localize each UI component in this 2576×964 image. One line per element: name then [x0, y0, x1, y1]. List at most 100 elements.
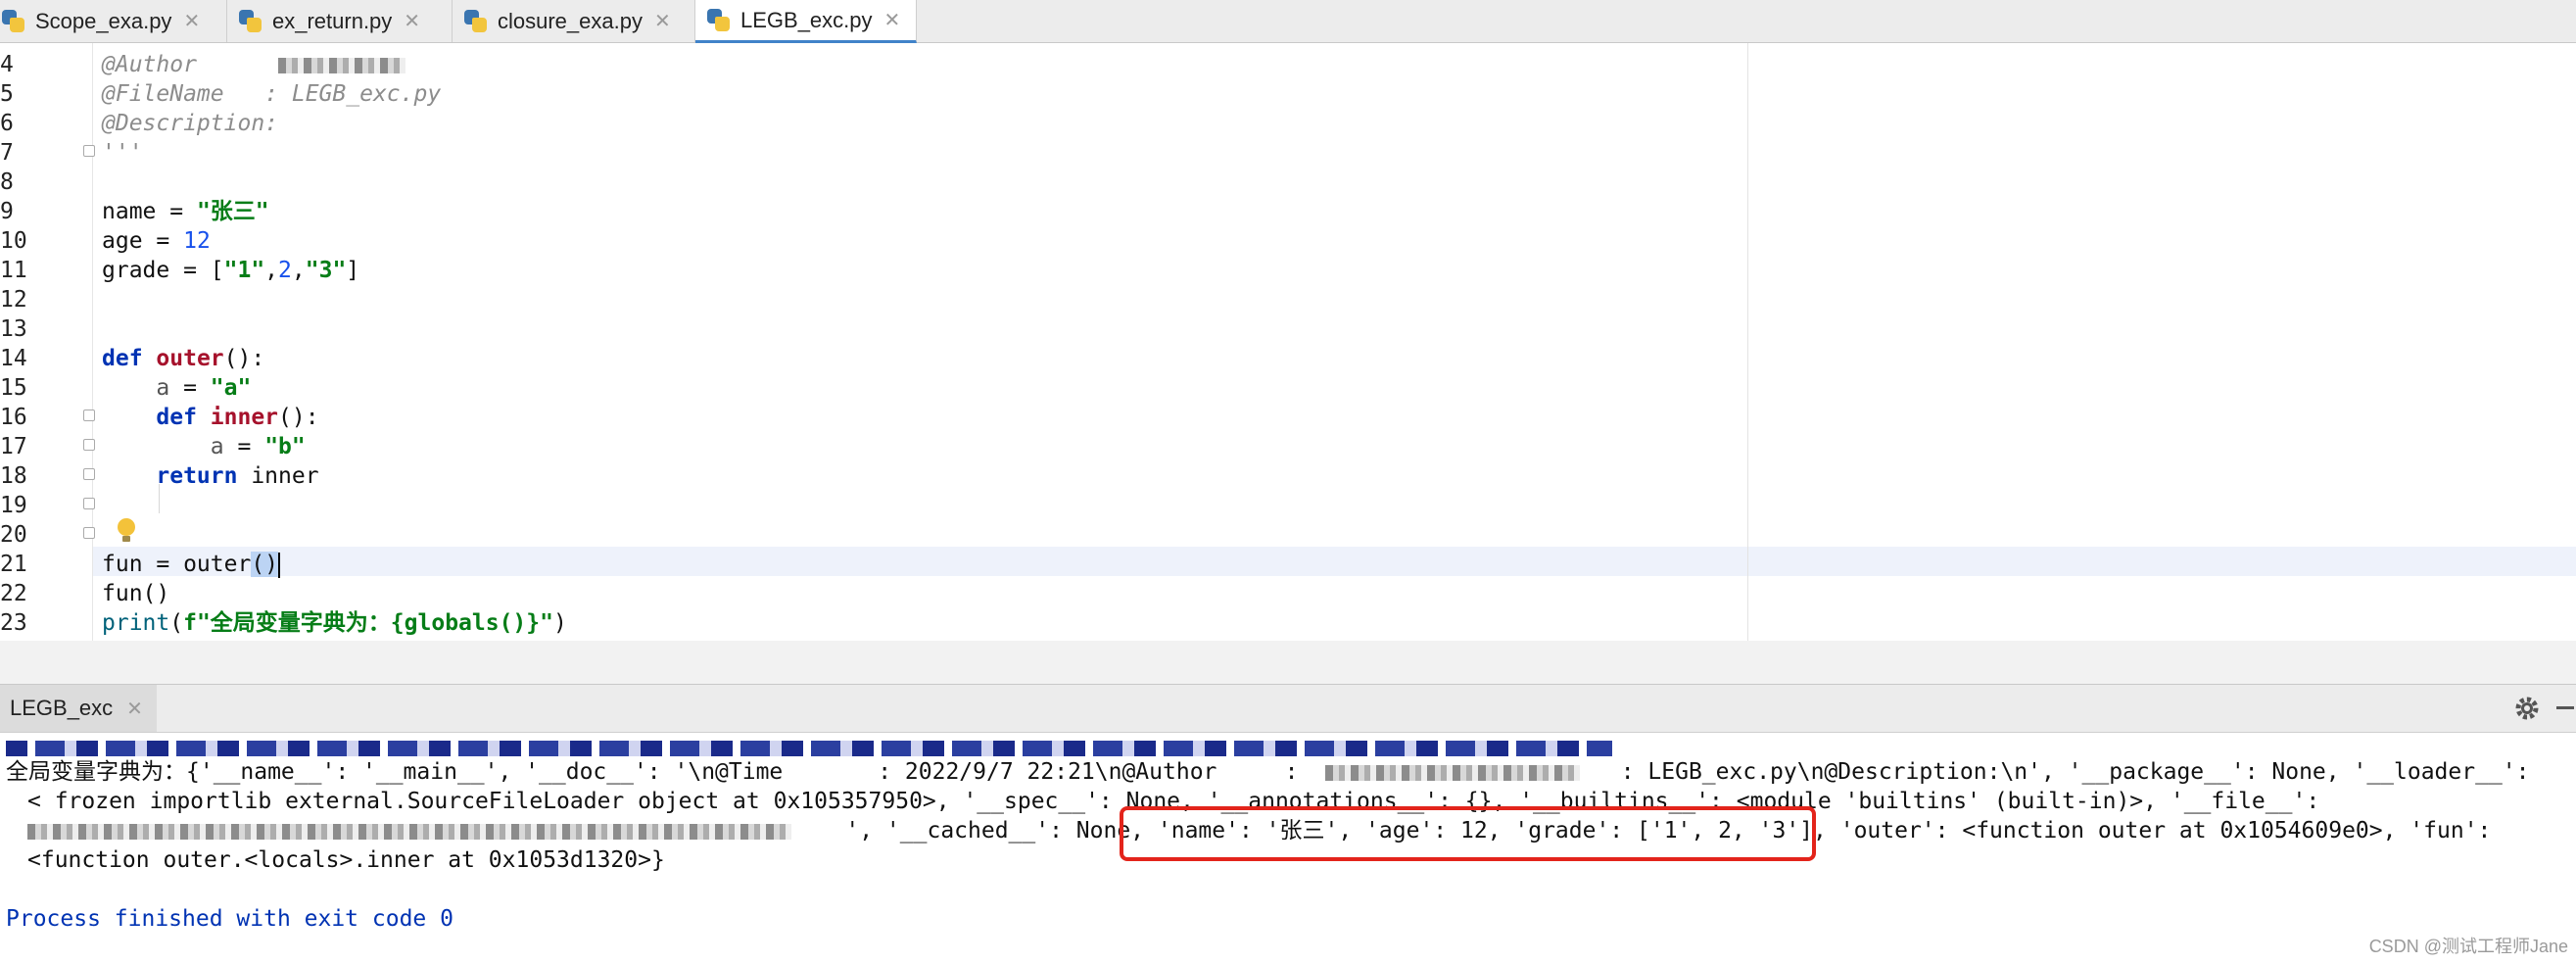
number-literal: 2: [278, 258, 292, 283]
redacted-text: [278, 57, 406, 73]
code-token: (: [169, 610, 184, 636]
console-output-line: <function outer.<locals>.inner at 0x1053…: [27, 845, 665, 875]
code-token: inner: [237, 463, 319, 489]
line-number: 11: [0, 258, 27, 283]
variable: a: [156, 375, 170, 401]
function-name: outer: [156, 346, 224, 371]
output-text: 全局变量字典为：{'__name__': '__main__', '__doc_…: [6, 759, 1299, 785]
fold-toggle-icon[interactable]: [83, 468, 95, 480]
code-line: ''': [102, 138, 143, 168]
code-line: a = "b": [102, 432, 306, 461]
tab-label: Scope_exa.py: [35, 8, 172, 33]
code-token: ): [552, 610, 567, 636]
close-icon[interactable]: ✕: [884, 8, 901, 32]
close-icon[interactable]: ✕: [183, 9, 200, 33]
code-line: def outer():: [102, 344, 264, 373]
line-number: 22: [0, 581, 27, 606]
line-number: 18: [0, 463, 27, 489]
output-text: 'outer': <function outer at 0x1054609e0>…: [1826, 818, 2492, 844]
tab-label: closure_exa.py: [498, 8, 643, 33]
function-name: inner: [210, 405, 279, 430]
matched-paren: (): [251, 552, 279, 577]
close-icon[interactable]: ✕: [404, 9, 420, 33]
text-caret: [278, 552, 281, 578]
code-line: fun = outer(): [102, 550, 281, 579]
line-number: 15: [0, 375, 27, 401]
fold-toggle-icon[interactable]: [83, 145, 95, 157]
code-token: fun = outer: [102, 552, 252, 577]
panel-splitter[interactable]: [0, 641, 2576, 684]
editor-tab-bar: Scope_exa.py ✕ ex_return.py ✕ closure_ex…: [0, 0, 2576, 43]
code-token: =: [169, 375, 211, 401]
redacted-command-line: [6, 741, 1612, 756]
redacted-text: [1325, 764, 1581, 781]
code-line: age = 12: [102, 226, 211, 256]
lightbulb-icon[interactable]: [116, 516, 137, 546]
python-file-icon: [2, 9, 25, 33]
code-line: def inner():: [102, 403, 318, 432]
tab-legb-exc[interactable]: LEGB_exc.py ✕: [695, 0, 917, 43]
line-number: 5: [0, 81, 14, 107]
code-line: name = "张三": [102, 197, 269, 226]
fold-toggle-icon[interactable]: [83, 527, 95, 539]
code-line: print(f"全局变量字典为：{globals()}"): [102, 608, 567, 638]
code-line: @Description:: [102, 109, 278, 138]
redacted-text: [27, 823, 791, 840]
line-number: 19: [0, 493, 27, 518]
python-file-icon: [464, 9, 488, 33]
code-token: name =: [102, 199, 197, 224]
tab-closure-exa[interactable]: closure_exa.py ✕: [453, 0, 695, 42]
line-number: 14: [0, 346, 27, 371]
gear-icon[interactable]: [2513, 695, 2541, 722]
code-line: fun(): [102, 579, 169, 608]
line-number: 4: [0, 52, 14, 77]
builtin-function: print: [102, 610, 170, 636]
code-line: @Author: [102, 50, 406, 79]
minimize-icon[interactable]: [2556, 706, 2574, 709]
docstring-description: @Description:: [102, 111, 279, 136]
line-number: 17: [0, 434, 27, 459]
line-number: 9: [0, 199, 14, 224]
right-margin-guide: [1747, 43, 1748, 641]
number-literal: 12: [183, 228, 211, 254]
fold-toggle-icon[interactable]: [83, 410, 95, 421]
code-line: return inner: [102, 461, 319, 491]
run-tab-label: LEGB_exc: [10, 696, 114, 720]
string-literal: "张三": [196, 199, 269, 224]
console-output-line: 全局变量字典为：{'__name__': '__main__', '__doc_…: [6, 757, 2529, 787]
gutter-separator: [92, 43, 93, 641]
docstring-author: @Author: [102, 52, 197, 77]
process-exit-message: Process finished with exit code 0: [6, 906, 453, 932]
code-token: ,: [264, 258, 279, 283]
run-tab-legb-exc[interactable]: LEGB_exc ✕: [0, 685, 157, 732]
code-line: @FileName : LEGB_exc.py: [102, 79, 441, 109]
line-number: 6: [0, 111, 14, 136]
tab-label: LEGB_exc.py: [740, 7, 873, 32]
fold-toggle-icon[interactable]: [83, 498, 95, 509]
close-icon[interactable]: ✕: [654, 9, 671, 33]
code-token: grade = [: [102, 258, 224, 283]
line-number: 20: [0, 522, 27, 548]
current-line-highlight: [93, 547, 2576, 576]
tab-ex-return[interactable]: ex_return.py ✕: [227, 0, 453, 42]
string-literal: "1": [223, 258, 265, 283]
docstring-filename-value: : LEGB_exc.py: [264, 81, 442, 107]
string-literal: "b": [264, 434, 306, 459]
output-text: <function outer.<locals>.inner at 0x1053…: [27, 847, 665, 873]
docstring-filename: @FileName: [102, 81, 224, 107]
code-token: =: [223, 434, 265, 459]
watermark: CSDN @测试工程师Jane: [2368, 937, 2568, 956]
run-tool-window-header: LEGB_exc ✕: [0, 684, 2576, 733]
code-line: a = "a": [102, 373, 251, 403]
line-number-gutter: 4 5 6 7 8 9 10 11 12 13 14 15 16 17 18 1…: [0, 43, 93, 641]
tab-scope-exa[interactable]: Scope_exa.py ✕: [0, 0, 227, 42]
fold-toggle-icon[interactable]: [83, 439, 95, 451]
close-icon[interactable]: ✕: [126, 697, 143, 721]
code-editor[interactable]: 4 5 6 7 8 9 10 11 12 13 14 15 16 17 18 1…: [0, 43, 2576, 641]
python-file-icon: [239, 9, 262, 33]
code-line: grade = ["1",2,"3"]: [102, 256, 359, 285]
line-number: 7: [0, 140, 14, 166]
docstring-close: ''': [102, 140, 143, 166]
code-token: age =: [102, 228, 184, 254]
code-token: ]: [346, 258, 360, 283]
